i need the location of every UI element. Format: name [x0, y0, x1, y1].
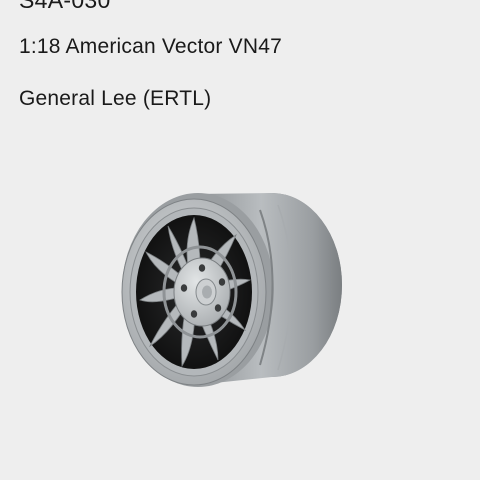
lug-hole [180, 284, 188, 292]
product-subtitle: General Lee (ERTL) [19, 87, 212, 110]
wheel-hub [173, 257, 231, 327]
lug-hole [214, 304, 222, 312]
lug-hole [190, 310, 198, 318]
wheel-rim-render [121, 193, 342, 387]
lug-hole [198, 264, 206, 272]
product-title: 1:18 American Vector VN47 [19, 35, 282, 58]
lug-hole [218, 278, 226, 286]
product-code: S4A-030 [19, 0, 111, 13]
